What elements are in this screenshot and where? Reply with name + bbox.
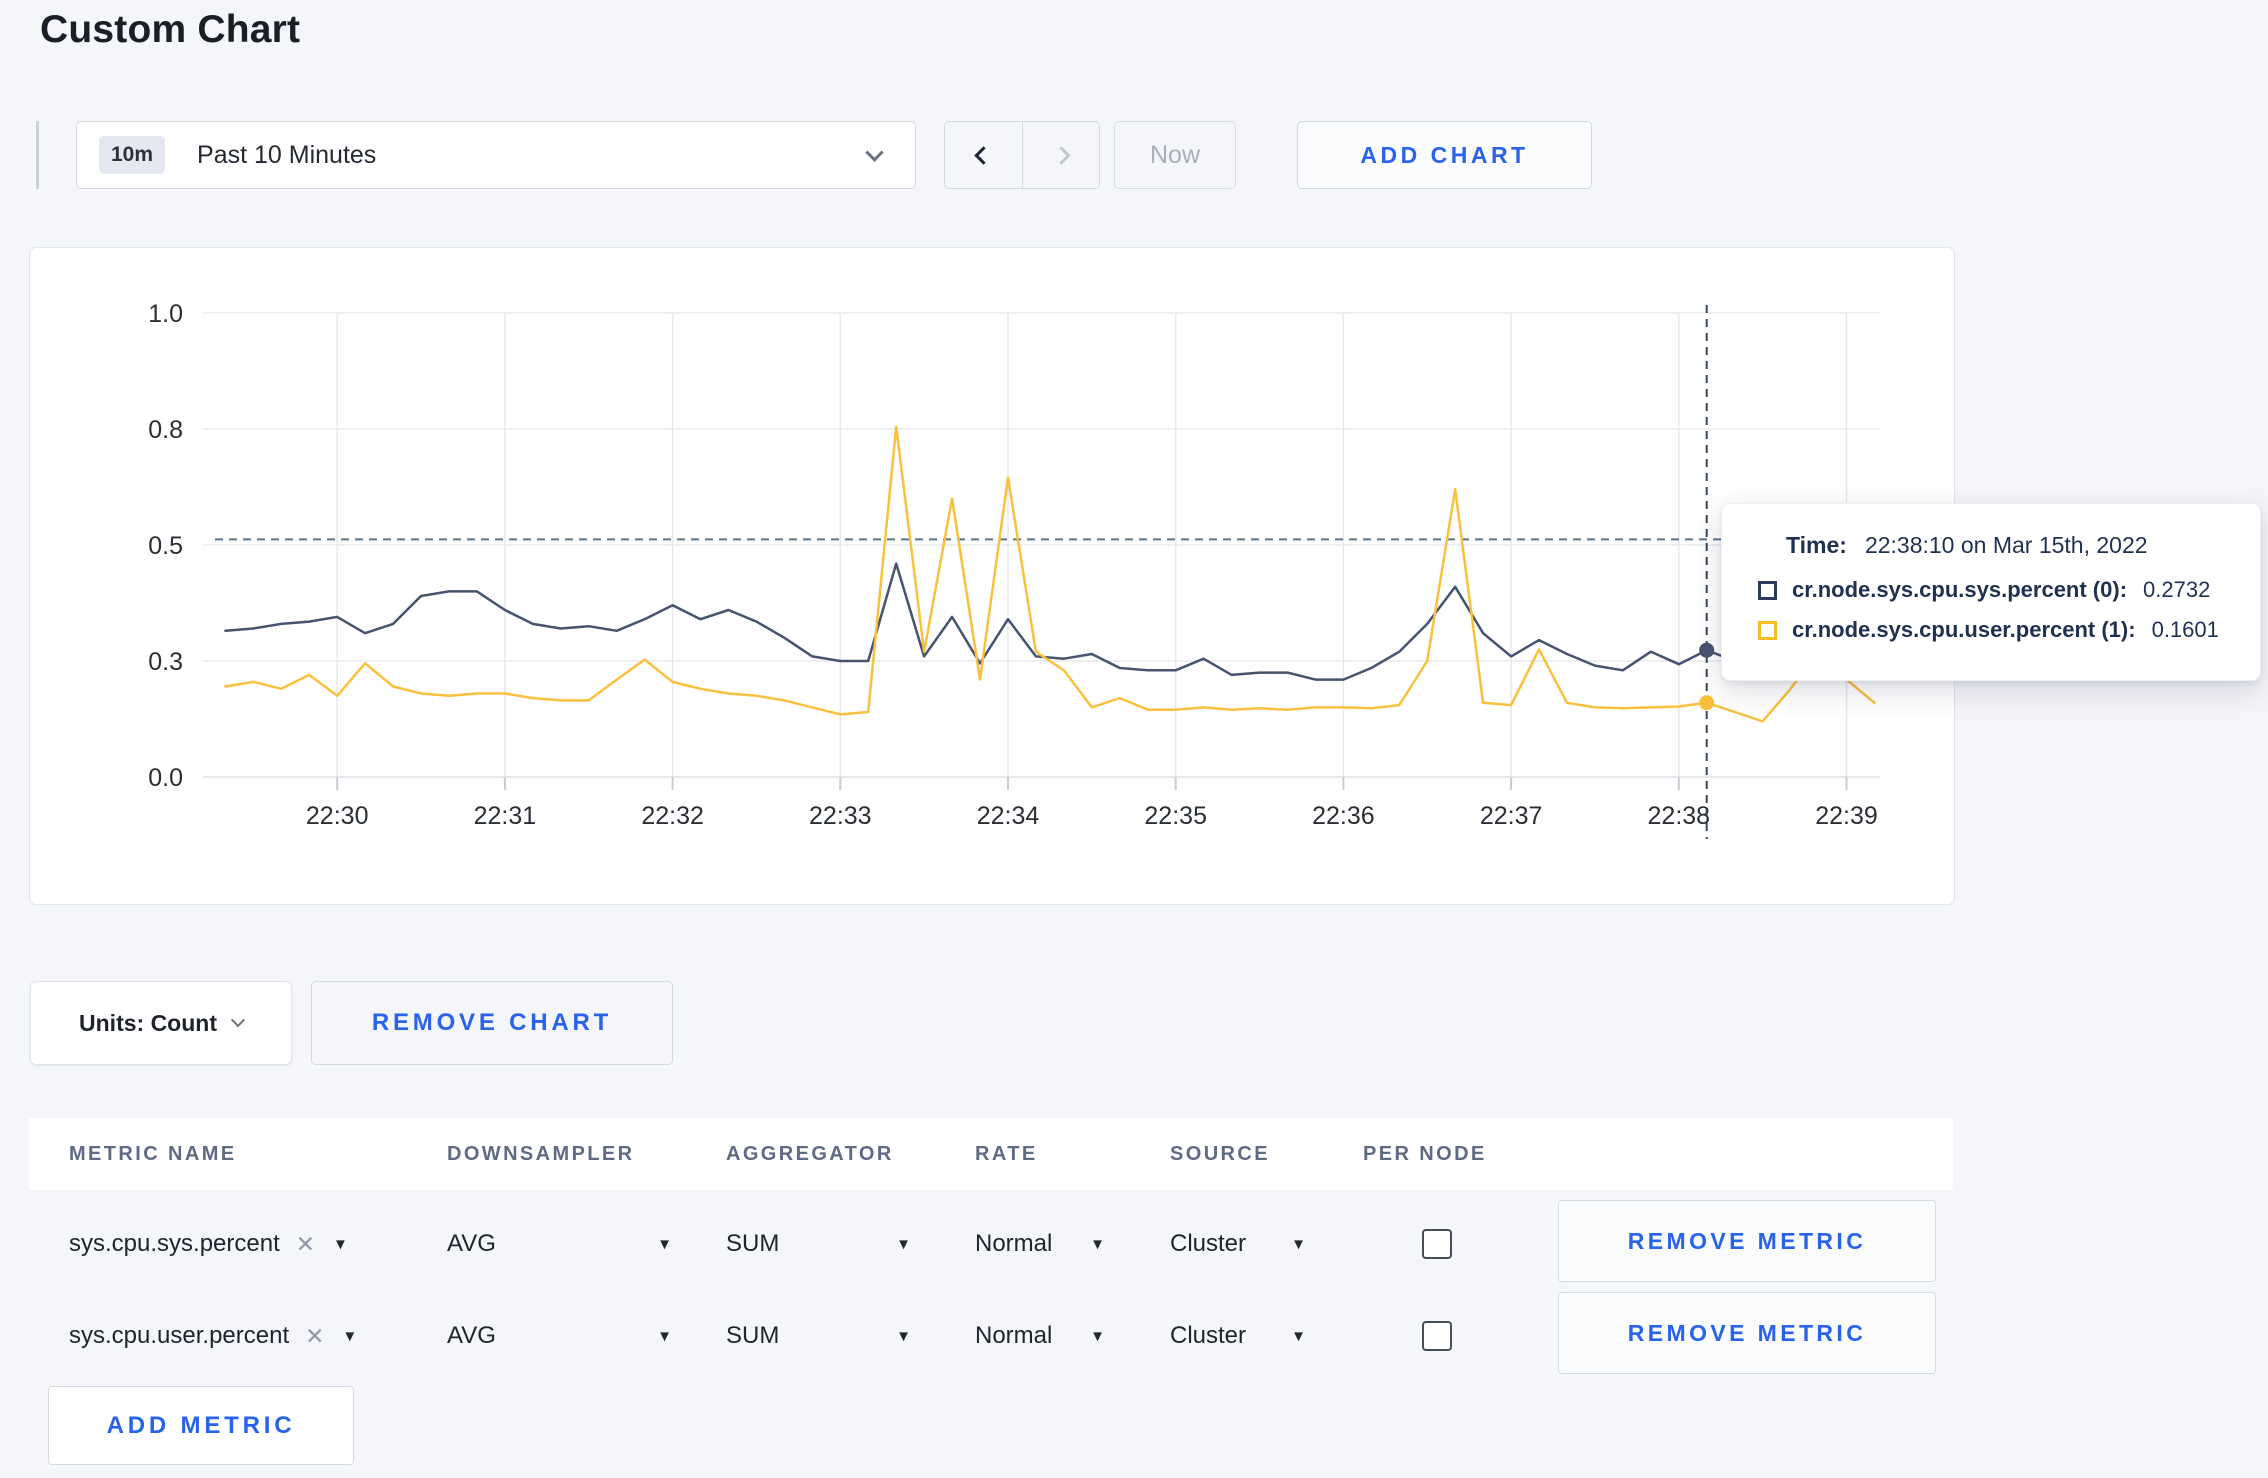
- header-per-node: PER NODE: [1363, 1143, 1487, 1165]
- svg-text:0.0: 0.0: [148, 764, 183, 792]
- tooltip-time-label: Time:: [1786, 532, 1847, 558]
- header-rate: RATE: [975, 1143, 1038, 1165]
- metric-name-label: sys.cpu.sys.percent: [69, 1230, 280, 1257]
- aggregator-value: SUM: [726, 1322, 780, 1349]
- caret-down-icon: ▼: [1291, 1327, 1306, 1345]
- sys-series-swatch-icon: [1758, 580, 1777, 600]
- svg-text:0.5: 0.5: [148, 532, 183, 560]
- aggregator-value: SUM: [726, 1230, 780, 1257]
- clear-metric-icon[interactable]: ✕: [296, 1231, 315, 1258]
- page-title: Custom Chart: [40, 8, 301, 51]
- downsampler-value: AVG: [447, 1322, 496, 1349]
- caret-down-icon: ▼: [1291, 1235, 1306, 1253]
- chevron-right-icon: [1051, 145, 1071, 165]
- caret-down-icon: ▼: [896, 1235, 911, 1253]
- header-downsampler: DOWNSAMPLER: [447, 1143, 635, 1165]
- svg-text:0.3: 0.3: [148, 648, 183, 676]
- tooltip-sys-name: cr.node.sys.cpu.sys.percent (0):: [1792, 577, 2128, 602]
- tooltip-user-name: cr.node.sys.cpu.user.percent (1):: [1792, 617, 2136, 642]
- aggregator-select[interactable]: SUM ▼: [726, 1198, 911, 1290]
- metric-name-select[interactable]: sys.cpu.sys.percent ✕ ▼: [69, 1198, 348, 1290]
- header-source: SOURCE: [1170, 1143, 1270, 1165]
- aggregator-select[interactable]: SUM ▼: [726, 1290, 911, 1382]
- per-node-checkbox[interactable]: [1422, 1229, 1452, 1259]
- units-label: Units: Count: [79, 1009, 217, 1036]
- time-range-label: Past 10 Minutes: [197, 140, 377, 169]
- caret-down-icon: ▼: [657, 1235, 672, 1253]
- svg-text:22:36: 22:36: [1312, 802, 1375, 830]
- header-metric-name: METRIC NAME: [69, 1143, 237, 1165]
- svg-text:22:35: 22:35: [1144, 802, 1207, 830]
- tooltip-user-value: 0.1601: [2151, 617, 2219, 642]
- tooltip-time-value: 22:38:10 on Mar 15th, 2022: [1864, 532, 2148, 558]
- source-select[interactable]: Cluster ▼: [1170, 1290, 1306, 1382]
- rate-select[interactable]: Normal ▼: [975, 1198, 1105, 1290]
- tooltip-sys-value: 0.2732: [2143, 577, 2211, 602]
- time-range-select[interactable]: 10m Past 10 Minutes: [76, 121, 916, 189]
- downsampler-select[interactable]: AVG ▼: [447, 1290, 672, 1382]
- svg-text:22:32: 22:32: [641, 802, 704, 830]
- caret-down-icon: ▼: [1090, 1327, 1105, 1345]
- rate-value: Normal: [975, 1322, 1053, 1349]
- chevron-down-icon: [230, 1013, 246, 1028]
- downsampler-select[interactable]: AVG ▼: [447, 1198, 672, 1290]
- svg-text:0.8: 0.8: [148, 416, 183, 444]
- header-aggregator: AGGREGATOR: [726, 1143, 894, 1165]
- svg-text:22:31: 22:31: [474, 802, 537, 830]
- svg-text:22:33: 22:33: [809, 802, 872, 830]
- metric-name-label: sys.cpu.user.percent: [69, 1322, 290, 1349]
- chevron-left-icon: [974, 145, 993, 165]
- caret-down-icon: ▼: [657, 1327, 672, 1345]
- units-select[interactable]: Units: Count: [30, 981, 292, 1065]
- metric-name-select[interactable]: sys.cpu.user.percent ✕ ▼: [69, 1290, 357, 1382]
- caret-down-icon: ▼: [896, 1327, 911, 1345]
- svg-text:1.0: 1.0: [148, 300, 183, 328]
- add-chart-button[interactable]: ADD CHART: [1297, 121, 1592, 189]
- add-metric-button[interactable]: ADD METRIC: [48, 1386, 354, 1465]
- cpu-line-chart[interactable]: 0.0 0.3 0.5 0.8 1.0 22:30 22:31 22:32 22:33 22:34…: [30, 248, 1956, 904]
- source-value: Cluster: [1170, 1322, 1247, 1349]
- per-node-checkbox[interactable]: [1422, 1321, 1452, 1351]
- now-button[interactable]: Now: [1114, 121, 1236, 189]
- remove-metric-button-sys[interactable]: REMOVE METRIC: [1558, 1200, 1936, 1282]
- downsampler-value: AVG: [447, 1230, 496, 1257]
- tooltip-time-row: Time: 22:38:10 on Mar 15th, 2022: [1758, 532, 2230, 559]
- prev-range-button[interactable]: [944, 121, 1022, 189]
- svg-text:22:37: 22:37: [1480, 802, 1543, 830]
- clear-metric-icon[interactable]: ✕: [305, 1323, 324, 1350]
- caret-down-icon: ▼: [342, 1327, 358, 1345]
- time-nav-group: [944, 121, 1100, 189]
- svg-text:22:30: 22:30: [306, 802, 369, 830]
- time-range-badge: 10m: [99, 136, 166, 174]
- user-series-swatch-icon: [1758, 620, 1777, 640]
- chart-card: 0.0 0.3 0.5 0.8 1.0 22:30 22:31 22:32 22:33 22:34…: [29, 247, 1955, 905]
- caret-down-icon: ▼: [333, 1235, 348, 1253]
- chart-tooltip: Time: 22:38:10 on Mar 15th, 2022 cr.node.…: [1721, 503, 2261, 681]
- svg-text:22:38: 22:38: [1648, 802, 1711, 830]
- remove-metric-button-user[interactable]: REMOVE METRIC: [1558, 1292, 1936, 1374]
- chevron-down-icon: [865, 142, 884, 162]
- remove-chart-button[interactable]: REMOVE CHART: [311, 981, 673, 1065]
- caret-down-icon: ▼: [1090, 1235, 1105, 1253]
- tooltip-sys-row: cr.node.sys.cpu.sys.percent (0): 0.2732: [1758, 577, 2230, 603]
- source-select[interactable]: Cluster ▼: [1170, 1198, 1306, 1290]
- svg-text:22:39: 22:39: [1815, 802, 1878, 830]
- metrics-table-header: METRIC NAME DOWNSAMPLER AGGREGATOR RATE …: [29, 1118, 1953, 1190]
- toolbar-divider: [36, 121, 39, 189]
- source-value: Cluster: [1170, 1230, 1247, 1257]
- tooltip-user-row: cr.node.sys.cpu.user.percent (1): 0.1601: [1758, 617, 2230, 643]
- rate-value: Normal: [975, 1230, 1053, 1257]
- rate-select[interactable]: Normal ▼: [975, 1290, 1105, 1382]
- svg-text:22:34: 22:34: [977, 802, 1040, 830]
- custom-chart-page: Custom Chart 10m Past 10 Minutes Now ADD…: [0, 0, 2268, 1478]
- next-range-button[interactable]: [1022, 121, 1100, 189]
